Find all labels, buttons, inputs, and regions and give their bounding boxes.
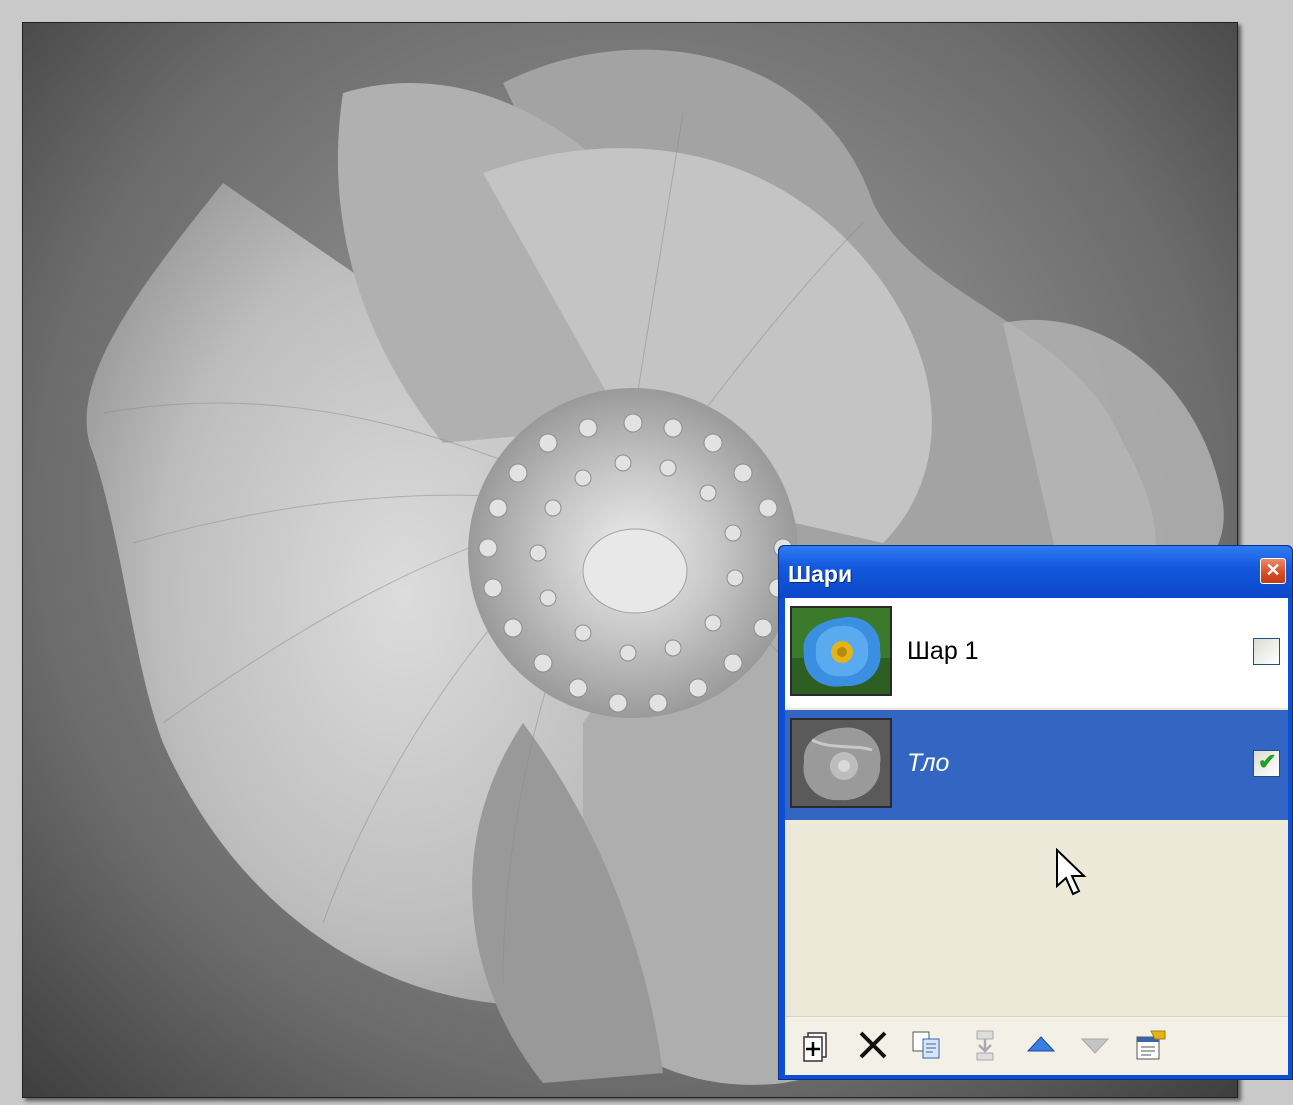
checkmark-icon: ✔ bbox=[1258, 749, 1277, 774]
visibility-checkbox[interactable]: ✔ bbox=[1253, 749, 1280, 777]
layers-toolbar bbox=[785, 1016, 1288, 1075]
layers-window[interactable]: Шари ✕ Шар 1 Тло ✔ bbox=[778, 545, 1293, 1080]
duplicate-layer-icon[interactable] bbox=[909, 1027, 945, 1063]
delete-layer-icon[interactable] bbox=[855, 1027, 891, 1063]
layer-name: Тло bbox=[907, 749, 950, 777]
layers-list: Шар 1 Тло ✔ bbox=[785, 598, 1288, 1075]
add-layer-icon[interactable] bbox=[799, 1027, 835, 1063]
title-bar[interactable]: Шари ✕ bbox=[779, 546, 1292, 598]
move-layer-up-icon[interactable] bbox=[1023, 1027, 1059, 1063]
move-layer-down-icon[interactable] bbox=[1077, 1027, 1113, 1063]
layer-name: Шар 1 bbox=[907, 637, 979, 665]
close-icon[interactable]: ✕ bbox=[1260, 558, 1286, 584]
blue-poppy-thumbnail bbox=[790, 606, 892, 696]
layer-row-tlo[interactable]: Тло ✔ bbox=[785, 710, 1288, 896]
layer-properties-icon[interactable] bbox=[1133, 1027, 1169, 1063]
merge-layer-down-icon[interactable] bbox=[967, 1027, 1003, 1063]
visibility-checkbox[interactable] bbox=[1253, 638, 1280, 665]
mouse-cursor-icon bbox=[1056, 848, 1087, 896]
window-title: Шари bbox=[788, 561, 853, 587]
layer-row-shar-1[interactable]: Шар 1 bbox=[785, 598, 1288, 708]
grayscale-poppy-thumbnail bbox=[790, 718, 892, 808]
